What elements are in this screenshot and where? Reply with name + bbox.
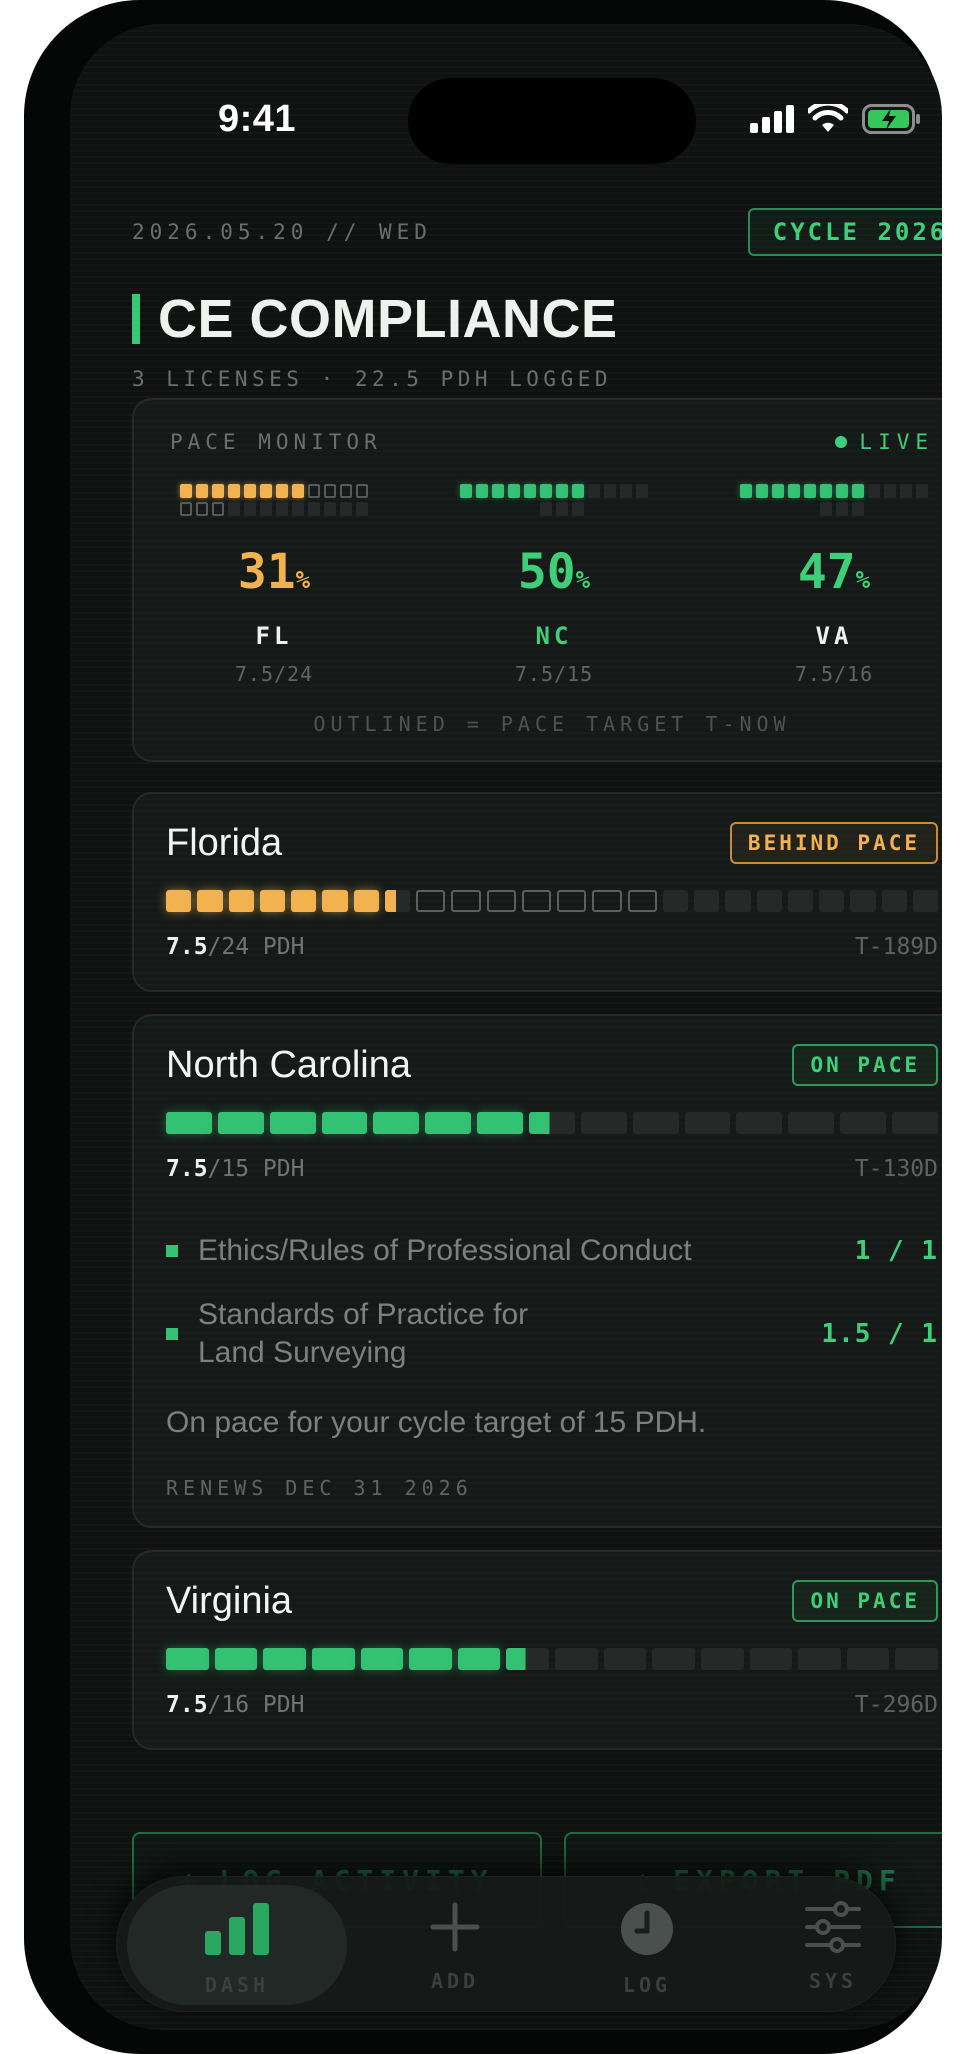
status-badge: BEHIND PACE [729,822,938,864]
gauge-nc-ratio: 7.5/15 [514,662,594,686]
page-subtitle: 3 LICENSES · 22.5 PDH LOGGED [132,367,613,391]
dynamic-island [408,78,696,164]
tab-bar: DASH ADD LOG SYS [116,1876,896,2012]
progress-bar-virginia [166,1648,938,1670]
requirement-value: 1 / 1 [854,1236,938,1266]
gauge-va-bar-row2 [724,502,942,516]
status-time: 9:41 [218,98,297,140]
page-title: CE COMPLIANCE [158,289,618,349]
license-card-florida[interactable]: Florida BEHIND PACE 7.5/24 PDH T-189D [132,792,942,992]
tab-label: LOG [622,1973,672,1997]
live-label: LIVE [859,430,934,454]
tab-log[interactable]: LOG [557,1877,737,2013]
tab-label: ADD [430,1969,480,1993]
device-frame: 9:41 2026.05.20 // WED CYCLE 2026 CE COM… [24,0,942,2054]
gauge-nc[interactable]: 50% NC 7.5/15 [444,484,664,686]
tab-label: DASH [204,1973,270,1997]
license-name: North Carolina [166,1044,411,1086]
progress-bar-florida [166,890,938,912]
pace-note: On pace for your cycle target of 15 PDH. [166,1406,707,1439]
live-indicator: LIVE [835,430,934,454]
requirement-row: Ethics/Rules of Professional Conduct 1 /… [166,1232,938,1270]
bullet-icon [166,1245,178,1257]
requirement-name: Ethics/Rules of Professional Conduct [198,1234,692,1267]
gauge-va-percent: 47% [797,544,871,600]
gauge-fl[interactable]: 31% FL 7.5/24 [164,484,384,686]
gauge-va-state: VA [815,622,853,650]
tab-label: SYS [808,1969,858,1993]
wifi-icon [808,104,848,132]
gauge-va-bar [724,484,942,498]
days-remaining: T-189D [854,934,938,960]
requirement-name: Standards of Practice for Land Surveying [198,1298,529,1369]
license-card-virginia[interactable]: Virginia ON PACE 7.5/16 PDH T-296D [132,1550,942,1750]
gauge-nc-bar [444,484,664,498]
date-readout: 2026.05.20 // WED [132,220,432,244]
tab-dash[interactable]: DASH [127,1885,347,2005]
gauge-nc-state: NC [535,622,573,650]
live-dot-icon [835,436,848,448]
status-badge: ON PACE [792,1580,938,1622]
sliders-icon [805,1901,861,1953]
cycle-badge[interactable]: CYCLE 2026 [748,208,942,256]
gauge-fl-state: FL [255,622,293,650]
gauge-nc-bar-row2 [444,502,664,516]
days-remaining: T-296D [854,1692,938,1718]
plus-icon [430,1902,480,1952]
pace-legend-note: OUTLINED = PACE TARGET T-NOW [313,712,791,736]
requirement-row: Standards of Practice for Land Surveying … [166,1296,938,1372]
bar-chart-icon [205,1903,269,1955]
tab-sys[interactable]: SYS [743,1877,923,2013]
cellular-signal-icon [750,105,794,133]
pace-monitor-card: PACE MONITOR LIVE 31% FL 7.5/24 50% NC 7… [132,398,942,762]
gauge-nc-percent: 50% [517,544,591,600]
gauge-va[interactable]: 47% VA 7.5/16 [724,484,942,686]
gauge-va-ratio: 7.5/16 [794,662,874,686]
gauge-fl-bar-row2 [164,502,384,516]
pdh-progress: 7.5/24 PDH [166,934,305,960]
renewal-date: RENEWS DEC 31 2026 [166,1476,473,1500]
title-accent [132,294,140,344]
license-name: Virginia [166,1580,293,1622]
gauge-fl-ratio: 7.5/24 [234,662,314,686]
gauge-fl-percent: 31% [237,544,311,600]
days-remaining: T-130D [854,1156,938,1182]
pdh-progress: 7.5/16 PDH [166,1692,305,1718]
license-name: Florida [166,822,283,864]
license-card-north-carolina[interactable]: North Carolina ON PACE 7.5/15 PDH T-130D… [132,1014,942,1528]
requirement-value: 1.5 / 1 [821,1319,938,1349]
battery-charging-icon [862,104,920,134]
screen: 9:41 2026.05.20 // WED CYCLE 2026 CE COM… [70,24,942,2030]
gauge-fl-bar [164,484,384,498]
pdh-progress: 7.5/15 PDH [166,1156,305,1182]
clock-icon [621,1903,673,1955]
status-icons [750,104,922,134]
status-badge: ON PACE [792,1044,938,1086]
pace-monitor-label: PACE MONITOR [170,430,382,454]
tab-add[interactable]: ADD [365,1877,545,2013]
progress-bar-north-carolina [166,1112,938,1134]
bullet-icon [166,1328,178,1340]
